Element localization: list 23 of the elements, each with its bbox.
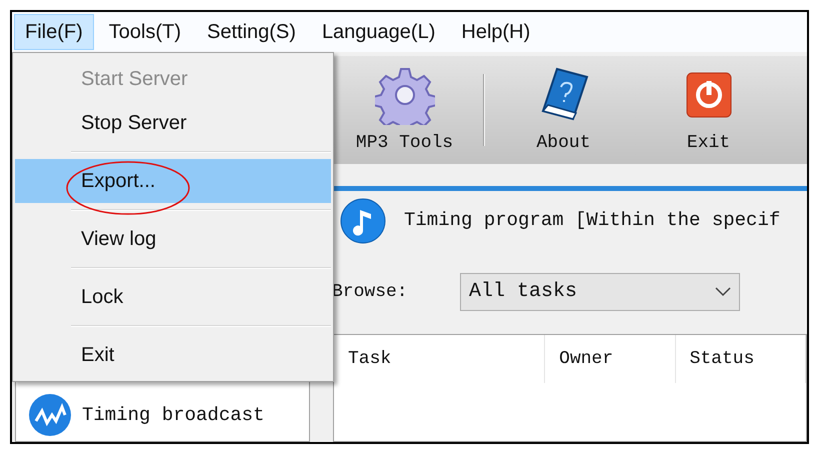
menu-item[interactable]: File(F) [14, 14, 94, 50]
menu-option[interactable]: Stop Server [15, 101, 331, 145]
column-header[interactable]: Owner [545, 335, 676, 383]
section-title: Timing program [Within the specif [404, 208, 780, 234]
column-header[interactable]: Status [676, 335, 806, 383]
browse-label: Browse: [332, 280, 409, 304]
music-note-icon [340, 198, 386, 244]
toolbar-button[interactable]: MP3 Tools [332, 56, 477, 164]
sidebar-item[interactable]: Timing broadcast [16, 393, 309, 437]
chevron-down-icon [715, 287, 731, 297]
power-icon [686, 72, 732, 118]
menu-option[interactable]: Exit [15, 333, 331, 377]
menu-option[interactable]: View log [15, 217, 331, 261]
menu-item[interactable]: Setting(S) [196, 14, 307, 50]
menu-item[interactable]: Language(L) [310, 14, 446, 50]
menu-item[interactable]: Help(H) [450, 14, 542, 50]
toolbar-button[interactable]: About [491, 56, 636, 164]
menu-item[interactable]: Tools(T) [98, 14, 192, 50]
toolbar-button[interactable]: Exit [636, 56, 781, 164]
menu-option[interactable]: Lock [15, 275, 331, 319]
menu-option[interactable]: Export... [15, 159, 331, 203]
waveform-icon [28, 393, 72, 437]
browse-dropdown[interactable]: All tasks [460, 273, 740, 311]
